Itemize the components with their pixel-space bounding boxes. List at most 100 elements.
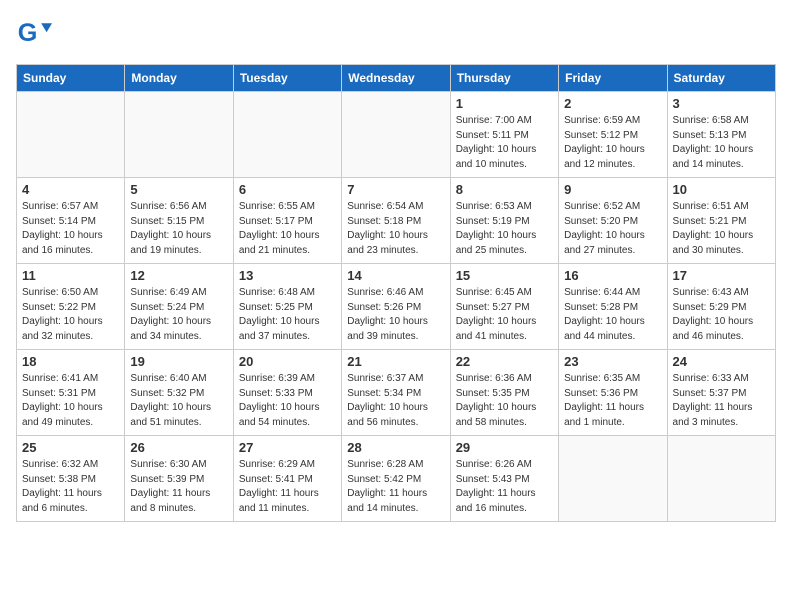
- day-number: 6: [239, 182, 336, 197]
- logo: G: [16, 16, 56, 52]
- weekday-header-saturday: Saturday: [667, 65, 775, 92]
- day-number: 22: [456, 354, 553, 369]
- day-info: Sunrise: 6:49 AM Sunset: 5:24 PM Dayligh…: [130, 286, 227, 344]
- calendar-cell: [342, 92, 450, 178]
- day-info: Sunrise: 6:30 AM Sunset: 5:39 PM Dayligh…: [130, 458, 227, 516]
- day-number: 12: [130, 268, 227, 283]
- calendar-cell: [559, 436, 667, 522]
- logo-icon: G: [16, 16, 52, 52]
- calendar-cell: 9 Sunrise: 6:52 AM Sunset: 5:20 PM Daylig…: [559, 178, 667, 264]
- day-number: 2: [564, 96, 661, 111]
- calendar-week-3: 11 Sunrise: 6:50 AM Sunset: 5:22 PM Dayli…: [17, 264, 776, 350]
- day-number: 13: [239, 268, 336, 283]
- day-info: Sunrise: 6:44 AM Sunset: 5:28 PM Dayligh…: [564, 286, 661, 344]
- weekday-header-thursday: Thursday: [450, 65, 558, 92]
- day-number: 16: [564, 268, 661, 283]
- calendar-cell: 7Sunrise: 6:54 AM Sunset: 5:18 PM Daylig…: [342, 178, 450, 264]
- day-number: 26: [130, 440, 227, 455]
- calendar-cell: 11 Sunrise: 6:50 AM Sunset: 5:22 PM Dayli…: [17, 264, 125, 350]
- calendar-cell: 16 Sunrise: 6:44 AM Sunset: 5:28 PM Dayli…: [559, 264, 667, 350]
- calendar-cell: 8 Sunrise: 6:53 AM Sunset: 5:19 PM Daylig…: [450, 178, 558, 264]
- day-info: Sunrise: 6:45 AM Sunset: 5:27 PM Dayligh…: [456, 286, 553, 344]
- day-number: 5: [130, 182, 227, 197]
- day-info: Sunrise: 6:37 AM Sunset: 5:34 PM Dayligh…: [347, 372, 444, 430]
- day-info: Sunrise: 6:32 AM Sunset: 5:38 PM Dayligh…: [22, 458, 119, 516]
- day-number: 15: [456, 268, 553, 283]
- calendar-cell: 27 Sunrise: 6:29 AM Sunset: 5:41 PM Dayli…: [233, 436, 341, 522]
- calendar-cell: 26 Sunrise: 6:30 AM Sunset: 5:39 PM Dayli…: [125, 436, 233, 522]
- day-info: Sunrise: 6:29 AM Sunset: 5:41 PM Dayligh…: [239, 458, 336, 516]
- calendar-cell: [17, 92, 125, 178]
- day-number: 20: [239, 354, 336, 369]
- day-number: 8: [456, 182, 553, 197]
- day-number: 24: [673, 354, 770, 369]
- day-info: Sunrise: 6:54 AM Sunset: 5:18 PM Dayligh…: [347, 200, 444, 258]
- calendar-week-2: 4Sunrise: 6:57 AM Sunset: 5:14 PM Daylig…: [17, 178, 776, 264]
- calendar-cell: 1 Sunrise: 7:00 AM Sunset: 5:11 PM Daylig…: [450, 92, 558, 178]
- day-number: 21: [347, 354, 444, 369]
- day-info: Sunrise: 6:50 AM Sunset: 5:22 PM Dayligh…: [22, 286, 119, 344]
- calendar-cell: 23 Sunrise: 6:35 AM Sunset: 5:36 PM Dayli…: [559, 350, 667, 436]
- day-info: Sunrise: 6:43 AM Sunset: 5:29 PM Dayligh…: [673, 286, 770, 344]
- day-number: 23: [564, 354, 661, 369]
- calendar-cell: 4Sunrise: 6:57 AM Sunset: 5:14 PM Daylig…: [17, 178, 125, 264]
- weekday-header-monday: Monday: [125, 65, 233, 92]
- calendar-week-5: 25 Sunrise: 6:32 AM Sunset: 5:38 PM Dayli…: [17, 436, 776, 522]
- calendar-cell: 6Sunrise: 6:55 AM Sunset: 5:17 PM Daylig…: [233, 178, 341, 264]
- day-info: Sunrise: 6:33 AM Sunset: 5:37 PM Dayligh…: [673, 372, 770, 430]
- day-number: 29: [456, 440, 553, 455]
- day-number: 19: [130, 354, 227, 369]
- calendar-cell: 28 Sunrise: 6:28 AM Sunset: 5:42 PM Dayli…: [342, 436, 450, 522]
- day-number: 28: [347, 440, 444, 455]
- day-number: 25: [22, 440, 119, 455]
- day-info: Sunrise: 6:59 AM Sunset: 5:12 PM Dayligh…: [564, 114, 661, 172]
- day-number: 1: [456, 96, 553, 111]
- day-info: Sunrise: 7:00 AM Sunset: 5:11 PM Dayligh…: [456, 114, 553, 172]
- calendar-cell: 25 Sunrise: 6:32 AM Sunset: 5:38 PM Dayli…: [17, 436, 125, 522]
- day-info: Sunrise: 6:35 AM Sunset: 5:36 PM Dayligh…: [564, 372, 661, 430]
- day-info: Sunrise: 6:28 AM Sunset: 5:42 PM Dayligh…: [347, 458, 444, 516]
- calendar-cell: 14 Sunrise: 6:46 AM Sunset: 5:26 PM Dayli…: [342, 264, 450, 350]
- weekday-header-row: SundayMondayTuesdayWednesdayThursdayFrid…: [17, 65, 776, 92]
- day-number: 18: [22, 354, 119, 369]
- day-number: 17: [673, 268, 770, 283]
- calendar-cell: [125, 92, 233, 178]
- day-info: Sunrise: 6:51 AM Sunset: 5:21 PM Dayligh…: [673, 200, 770, 258]
- calendar-cell: 10Sunrise: 6:51 AM Sunset: 5:21 PM Dayli…: [667, 178, 775, 264]
- calendar-cell: [667, 436, 775, 522]
- calendar-cell: 19 Sunrise: 6:40 AM Sunset: 5:32 PM Dayli…: [125, 350, 233, 436]
- weekday-header-sunday: Sunday: [17, 65, 125, 92]
- calendar-cell: 21 Sunrise: 6:37 AM Sunset: 5:34 PM Dayli…: [342, 350, 450, 436]
- svg-text:G: G: [18, 19, 38, 47]
- calendar-week-1: 1 Sunrise: 7:00 AM Sunset: 5:11 PM Daylig…: [17, 92, 776, 178]
- day-info: Sunrise: 6:48 AM Sunset: 5:25 PM Dayligh…: [239, 286, 336, 344]
- day-info: Sunrise: 6:56 AM Sunset: 5:15 PM Dayligh…: [130, 200, 227, 258]
- calendar-cell: 20 Sunrise: 6:39 AM Sunset: 5:33 PM Dayli…: [233, 350, 341, 436]
- calendar-table: SundayMondayTuesdayWednesdayThursdayFrid…: [16, 64, 776, 522]
- day-info: Sunrise: 6:53 AM Sunset: 5:19 PM Dayligh…: [456, 200, 553, 258]
- calendar-cell: 12 Sunrise: 6:49 AM Sunset: 5:24 PM Dayli…: [125, 264, 233, 350]
- calendar-cell: 29 Sunrise: 6:26 AM Sunset: 5:43 PM Dayli…: [450, 436, 558, 522]
- day-number: 11: [22, 268, 119, 283]
- day-info: Sunrise: 6:41 AM Sunset: 5:31 PM Dayligh…: [22, 372, 119, 430]
- day-info: Sunrise: 6:36 AM Sunset: 5:35 PM Dayligh…: [456, 372, 553, 430]
- calendar-cell: 2 Sunrise: 6:59 AM Sunset: 5:12 PM Daylig…: [559, 92, 667, 178]
- day-info: Sunrise: 6:46 AM Sunset: 5:26 PM Dayligh…: [347, 286, 444, 344]
- day-info: Sunrise: 6:26 AM Sunset: 5:43 PM Dayligh…: [456, 458, 553, 516]
- day-number: 14: [347, 268, 444, 283]
- day-number: 9: [564, 182, 661, 197]
- weekday-header-wednesday: Wednesday: [342, 65, 450, 92]
- calendar-cell: 24 Sunrise: 6:33 AM Sunset: 5:37 PM Dayli…: [667, 350, 775, 436]
- day-info: Sunrise: 6:40 AM Sunset: 5:32 PM Dayligh…: [130, 372, 227, 430]
- calendar-cell: 22 Sunrise: 6:36 AM Sunset: 5:35 PM Dayli…: [450, 350, 558, 436]
- calendar-cell: 3Sunrise: 6:58 AM Sunset: 5:13 PM Daylig…: [667, 92, 775, 178]
- day-number: 3: [673, 96, 770, 111]
- day-info: Sunrise: 6:39 AM Sunset: 5:33 PM Dayligh…: [239, 372, 336, 430]
- calendar-week-4: 18 Sunrise: 6:41 AM Sunset: 5:31 PM Dayli…: [17, 350, 776, 436]
- day-info: Sunrise: 6:57 AM Sunset: 5:14 PM Dayligh…: [22, 200, 119, 258]
- calendar-cell: 5 Sunrise: 6:56 AM Sunset: 5:15 PM Daylig…: [125, 178, 233, 264]
- day-number: 27: [239, 440, 336, 455]
- calendar-cell: 17 Sunrise: 6:43 AM Sunset: 5:29 PM Dayli…: [667, 264, 775, 350]
- weekday-header-friday: Friday: [559, 65, 667, 92]
- day-info: Sunrise: 6:52 AM Sunset: 5:20 PM Dayligh…: [564, 200, 661, 258]
